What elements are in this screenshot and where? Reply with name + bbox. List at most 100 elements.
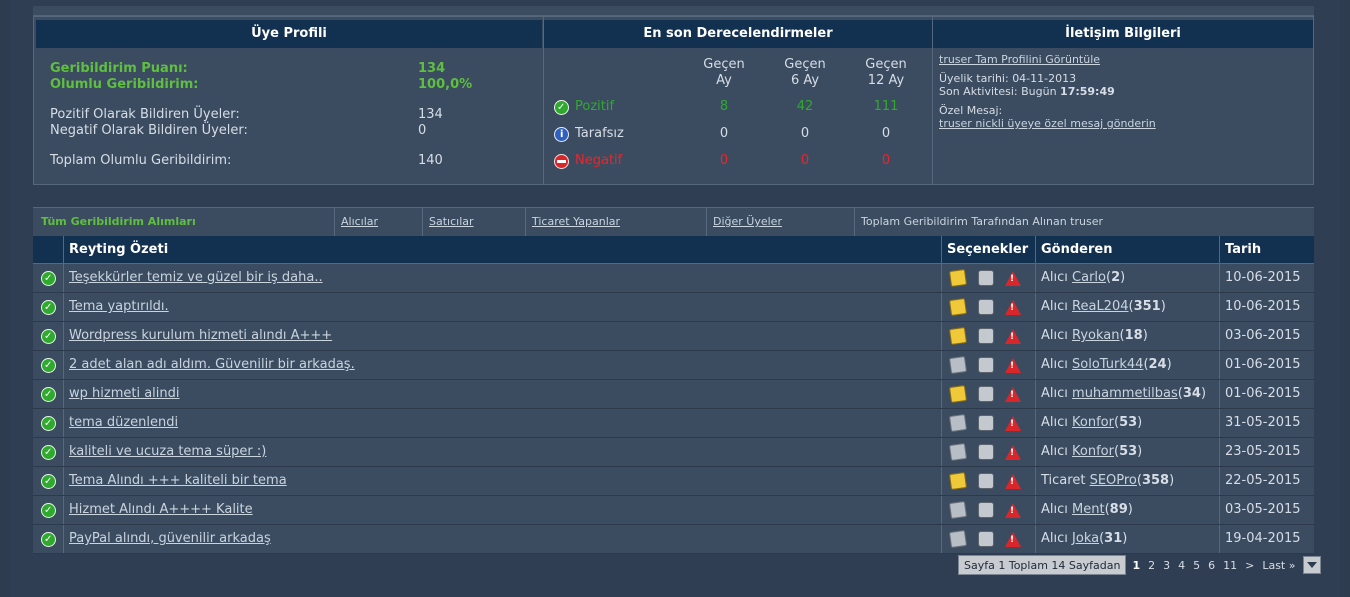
print-icon[interactable] — [978, 270, 994, 286]
positive-icon — [41, 532, 56, 547]
tab-traders[interactable]: Ticaret Yapanlar — [526, 208, 707, 236]
rating-label-neutral: Tarafsız — [575, 126, 624, 141]
tab-all-feedback[interactable]: Tüm Geribildirim Alımları — [35, 208, 335, 236]
report-warning-icon[interactable]: ! — [1005, 416, 1021, 431]
sender-score: 351 — [1133, 299, 1161, 314]
note-icon[interactable] — [948, 384, 968, 404]
print-icon[interactable] — [978, 415, 994, 431]
rating-summary-link[interactable]: Hizmet Alındı A++++ Kalite — [69, 502, 253, 517]
print-icon[interactable] — [978, 299, 994, 315]
options-cell: ! — [941, 351, 1035, 379]
report-warning-icon[interactable]: ! — [1005, 329, 1021, 344]
private-message-link[interactable]: truser nickli üyeye özel mesaj gönderin — [939, 117, 1156, 130]
note-icon[interactable] — [948, 442, 968, 462]
note-icon[interactable] — [948, 529, 968, 549]
positive-members-value: 134 — [418, 107, 443, 122]
sender-cell: Alıcı Konfor(53) — [1035, 409, 1219, 437]
table-row: tema düzenlendi! Alıcı Konfor(53)31-05-20… — [33, 409, 1314, 438]
page-link[interactable]: 3 — [1159, 559, 1174, 572]
sender-score: 18 — [1124, 328, 1143, 343]
rating-summary-link[interactable]: 2 adet alan adı aldım. Güvenilir bir ark… — [69, 357, 355, 372]
page-link[interactable]: 11 — [1219, 559, 1241, 572]
date-cell: 23-05-2015 — [1219, 438, 1314, 466]
sender-user-link[interactable]: Ment — [1072, 502, 1105, 517]
page-last[interactable]: Last » — [1258, 559, 1299, 572]
sender-user-link[interactable]: Ryokan — [1072, 328, 1119, 343]
report-warning-icon[interactable]: ! — [1005, 445, 1021, 460]
positive-members-label: Pozitif Olarak Bildiren Üyeler: — [50, 107, 240, 122]
sender-cell: Alıcı Ment(89) — [1035, 496, 1219, 524]
total-feedback-value: 140 — [418, 153, 443, 168]
report-warning-icon[interactable]: ! — [1005, 358, 1021, 373]
sender-user-link[interactable]: SoloTurk44 — [1072, 357, 1143, 372]
sender-role: Alıcı — [1041, 444, 1068, 459]
sender-score: 31 — [1104, 531, 1123, 546]
print-icon[interactable] — [978, 386, 994, 402]
rating-summary-link[interactable]: Teşekkürler temiz ve güzel bir iş daha.. — [69, 270, 323, 285]
report-warning-icon[interactable]: ! — [1005, 387, 1021, 402]
report-warning-icon[interactable]: ! — [1005, 532, 1021, 547]
table-row: kaliteli ve ucuza tema süper :)! Alıcı Ko… — [33, 438, 1314, 467]
sender-cell: Alıcı SoloTurk44(24) — [1035, 351, 1219, 379]
rating-summary-link[interactable]: wp hizmeti alindi — [69, 386, 180, 401]
sender-user-link[interactable]: ReaL204 — [1072, 299, 1128, 314]
options-cell: ! — [941, 322, 1035, 350]
print-icon[interactable] — [978, 531, 994, 547]
note-icon[interactable] — [948, 413, 968, 433]
total-feedback-info: Toplam Geribildirim Tarafından Alınan tr… — [861, 215, 1104, 228]
sender-user-link[interactable]: Konfor — [1072, 415, 1114, 430]
full-profile-link[interactable]: truser Tam Profilini Görüntüle — [939, 53, 1100, 66]
report-warning-icon[interactable]: ! — [1005, 474, 1021, 489]
page-link[interactable]: 4 — [1174, 559, 1189, 572]
options-cell: ! — [941, 438, 1035, 466]
sender-score: 53 — [1119, 444, 1138, 459]
page-next[interactable]: > — [1241, 559, 1258, 572]
rating-summary-link[interactable]: PayPal alındı, güvenilir arkadaş — [69, 531, 271, 546]
positive-feedback-value: 100,0% — [418, 77, 473, 92]
note-icon[interactable] — [948, 471, 968, 491]
rating-positive-12m: 111 — [873, 99, 899, 114]
print-icon[interactable] — [978, 357, 994, 373]
note-icon[interactable] — [948, 355, 968, 375]
report-warning-icon[interactable]: ! — [1005, 503, 1021, 518]
sender-score: 34 — [1182, 386, 1201, 401]
date-cell: 22-05-2015 — [1219, 467, 1314, 495]
rating-summary-link[interactable]: Tema yaptırıldı. — [69, 299, 169, 314]
rating-summary-link[interactable]: tema düzenlendi — [69, 415, 178, 430]
page-link[interactable]: 2 — [1144, 559, 1159, 572]
date-cell: 03-06-2015 — [1219, 322, 1314, 350]
note-icon[interactable] — [948, 500, 968, 520]
header-options: Seçenekler — [941, 236, 1035, 264]
positive-icon — [41, 503, 56, 518]
rating-summary-link[interactable]: kaliteli ve ucuza tema süper :) — [69, 444, 266, 459]
pager-dropdown-icon[interactable] — [1303, 556, 1322, 574]
print-icon[interactable] — [978, 328, 994, 344]
report-warning-icon[interactable]: ! — [1005, 300, 1021, 315]
print-icon[interactable] — [978, 473, 994, 489]
sender-user-link[interactable]: SEOPro — [1090, 473, 1137, 488]
rating-summary-link[interactable]: Tema Alındı +++ kaliteli bir tema — [69, 473, 287, 488]
member-profile-column: Üye Profili Geribildirim Puanı: 134 Olum… — [36, 17, 542, 184]
sender-user-link[interactable]: Konfor — [1072, 444, 1114, 459]
period-header-6-months: Geçen 6 Ay — [784, 57, 826, 88]
tab-other-members[interactable]: Diğer Üyeler — [707, 208, 855, 236]
rating-summary-link[interactable]: Wordpress kurulum hizmeti alındı A+++ — [69, 328, 332, 343]
tab-sellers[interactable]: Satıcılar — [423, 208, 526, 236]
page-link[interactable]: 6 — [1204, 559, 1219, 572]
sender-user-link[interactable]: muhammetilbas — [1072, 386, 1178, 401]
sender-score: 53 — [1119, 415, 1138, 430]
sender-user-link[interactable]: Joka — [1072, 531, 1099, 546]
sender-user-link[interactable]: Carlo — [1072, 270, 1106, 285]
report-warning-icon[interactable]: ! — [1005, 271, 1021, 286]
note-icon[interactable] — [948, 297, 968, 317]
sender-score: 358 — [1141, 473, 1170, 488]
print-icon[interactable] — [978, 502, 994, 518]
rating-neutral-12m: 0 — [881, 126, 891, 141]
tab-buyers[interactable]: Alıcılar — [335, 208, 423, 236]
note-icon[interactable] — [948, 326, 968, 346]
note-icon[interactable] — [948, 268, 968, 288]
sender-cell: Alıcı muhammetilbas(34) — [1035, 380, 1219, 408]
positive-icon — [554, 100, 569, 115]
print-icon[interactable] — [978, 444, 994, 460]
page-link[interactable]: 5 — [1189, 559, 1204, 572]
